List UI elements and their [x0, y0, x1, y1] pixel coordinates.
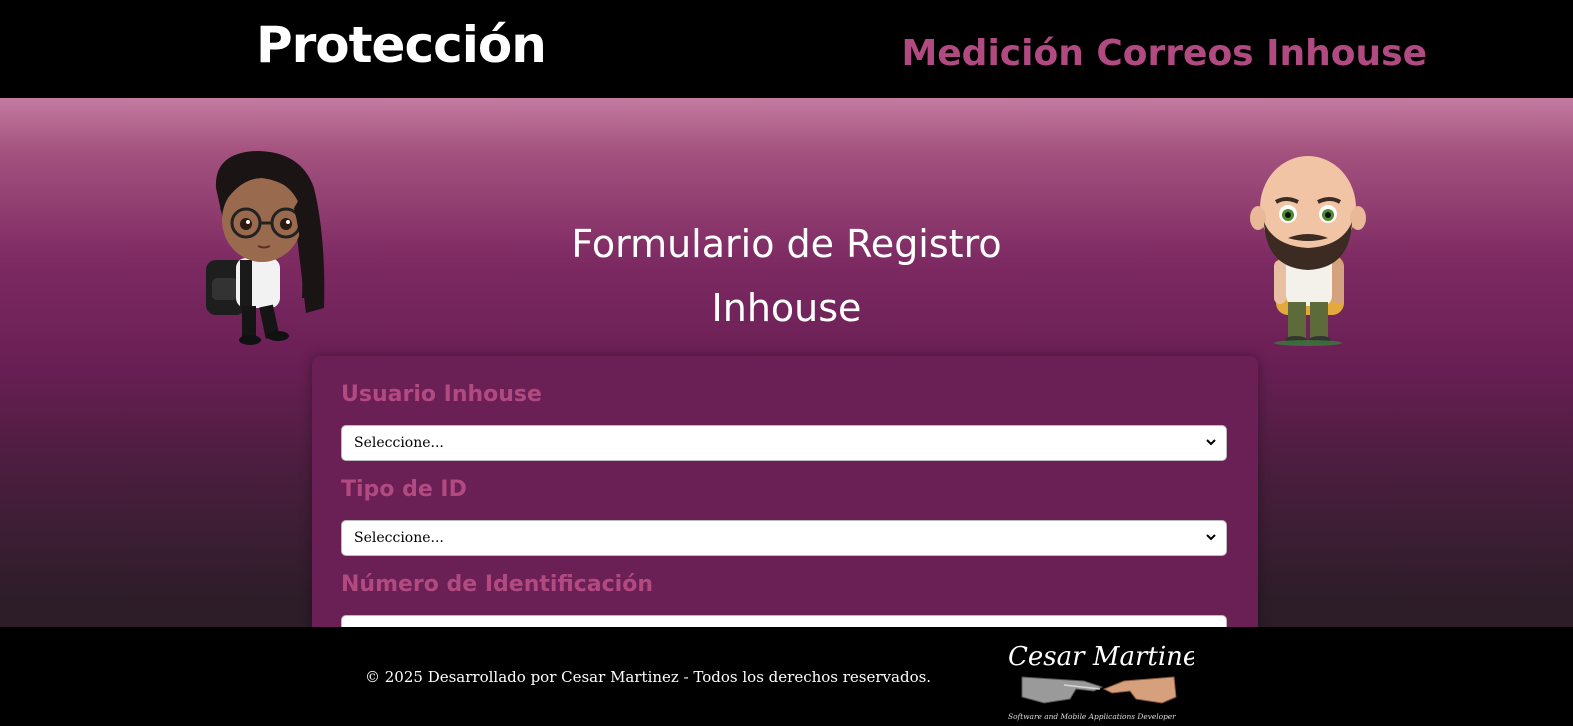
numero-identificacion-label: Número de Identificación: [341, 572, 653, 597]
app-title: Medición Correos Inhouse: [901, 33, 1427, 74]
footer-bar: © 2025 Desarrollado por Cesar Martinez -…: [0, 627, 1573, 726]
chevron-down-icon: [1206, 534, 1216, 541]
tipo-id-select[interactable]: Seleccione...: [341, 520, 1227, 556]
usuario-inhouse-label: Usuario Inhouse: [341, 382, 542, 407]
brand-logo-text: Protección: [256, 16, 547, 74]
copyright-text: © 2025 Desarrollado por Cesar Martinez -…: [365, 668, 932, 686]
form-heading-line1: Formulario de Registro: [571, 222, 1002, 266]
tipo-id-label: Tipo de ID: [341, 477, 467, 502]
logo-tagline-text: Software and Mobile Applications Develop…: [1008, 712, 1176, 721]
usuario-inhouse-select-value: Seleccione...: [354, 435, 444, 451]
tipo-id-select-value: Seleccione...: [354, 530, 444, 546]
header-bar: Protección Medición Correos Inhouse: [0, 0, 1573, 98]
signature-logo: Cesar Martinez Software and Mobile Appli…: [1008, 642, 1194, 721]
logo-name-text: Cesar Martinez: [1008, 642, 1194, 672]
registration-form-card: Usuario Inhouse Seleccione... Tipo de ID…: [312, 356, 1258, 656]
form-heading-line2: Inhouse: [711, 286, 862, 330]
usuario-inhouse-select[interactable]: Seleccione...: [341, 425, 1227, 461]
chevron-down-icon: [1206, 439, 1216, 446]
form-heading: Formulario de Registro Inhouse: [0, 212, 1573, 340]
